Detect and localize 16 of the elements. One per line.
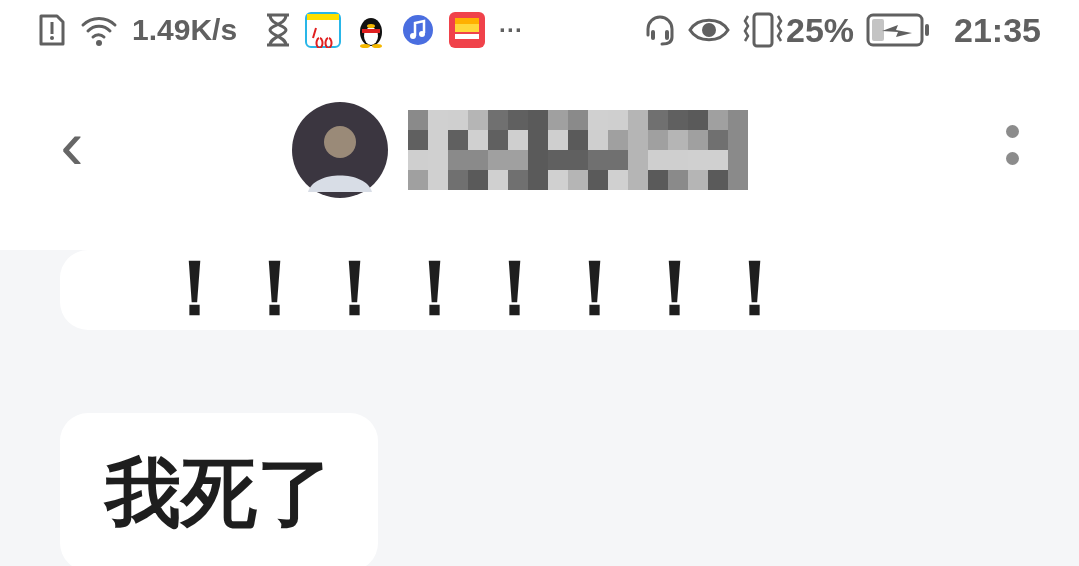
vertical-dots-icon: [1005, 125, 1019, 165]
hourglass-icon: [265, 13, 292, 47]
message-text: 我死了: [105, 455, 333, 531]
back-button[interactable]: ‹: [52, 105, 92, 185]
wifi-icon: [80, 14, 118, 46]
app-icon: [305, 12, 342, 48]
music-note-icon: [401, 13, 436, 47]
more-notifications-indicator: ···: [499, 18, 524, 42]
message-text: ！！！！！！！！: [157, 250, 798, 326]
sim-alert-icon: [38, 13, 66, 47]
network-speed: 1.49K/s: [132, 15, 238, 45]
vibrate-icon: [741, 12, 784, 48]
charging-battery-icon: [866, 13, 931, 47]
battery-percentage: 25%: [785, 13, 855, 47]
clock-time: 21:35: [954, 13, 1041, 47]
app-icon: [449, 12, 486, 48]
